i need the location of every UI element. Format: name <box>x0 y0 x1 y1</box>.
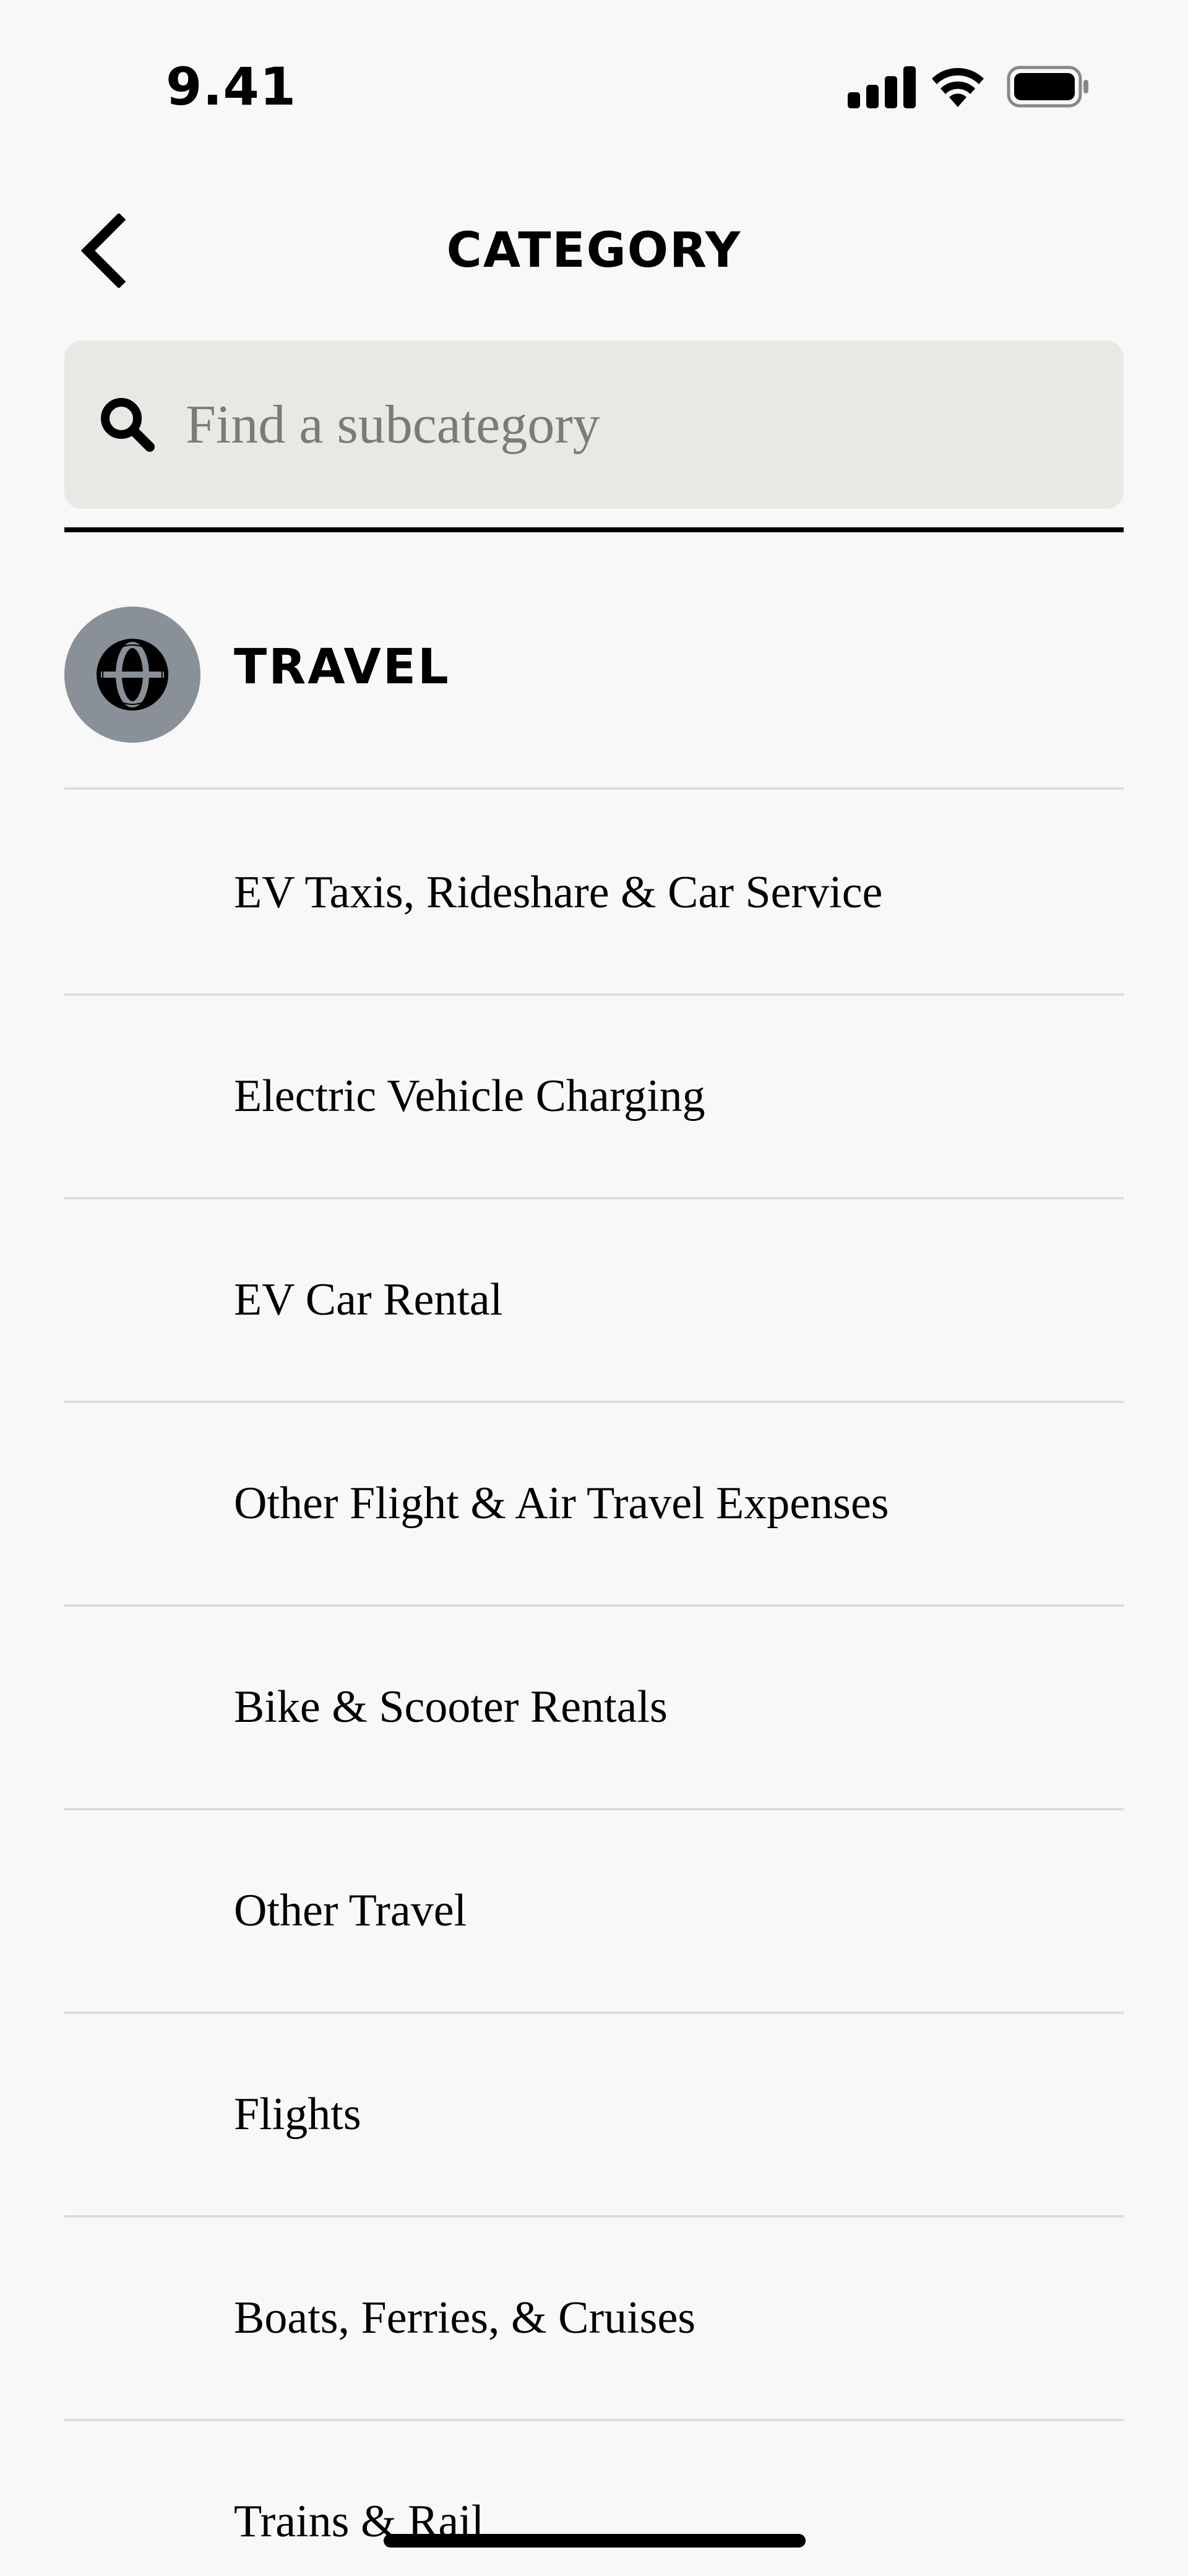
home-indicator[interactable] <box>384 2534 806 2548</box>
list-item[interactable]: Other Flight & Air Travel Expenses <box>64 1403 1124 1607</box>
subcategory-label: EV Taxis, Rideshare & Car Service <box>234 867 883 918</box>
search-underline <box>64 527 1124 532</box>
category-avatar <box>64 607 200 743</box>
category-name: TRAVEL <box>234 639 450 695</box>
list-item[interactable]: Bike & Scooter Rentals <box>64 1607 1124 1810</box>
search-box[interactable] <box>64 340 1124 509</box>
globe-icon <box>97 639 168 711</box>
list-item[interactable]: Boats, Ferries, & Cruises <box>64 2218 1124 2421</box>
list-item[interactable]: EV Car Rental <box>64 1199 1124 1403</box>
search-icon <box>101 398 155 452</box>
subcategory-label: Electric Vehicle Charging <box>234 1071 705 1122</box>
subcategory-label: Bike & Scooter Rentals <box>234 1682 668 1732</box>
signal-icon <box>848 66 916 108</box>
wifi-icon <box>932 67 984 107</box>
list-item[interactable]: Other Travel <box>64 1810 1124 2014</box>
search-input[interactable] <box>186 375 1089 474</box>
battery-icon <box>1007 66 1088 108</box>
list-item[interactable]: EV Taxis, Rideshare & Car Service <box>64 792 1124 996</box>
list-item[interactable]: Electric Vehicle Charging <box>64 996 1124 1199</box>
status-time: 9.41 <box>166 56 297 117</box>
subcategory-label: Boats, Ferries, & Cruises <box>234 2293 696 2343</box>
subcategory-label: Trains & Rail <box>234 2496 484 2547</box>
page-title: CATEGORY <box>446 223 742 279</box>
status-icons <box>848 66 1088 108</box>
subcategory-list: EV Taxis, Rideshare & Car Service Electr… <box>64 792 1124 2576</box>
list-item[interactable]: Trains & Rail <box>64 2421 1124 2576</box>
list-item[interactable]: Flights <box>64 2014 1124 2218</box>
category-header: TRAVEL <box>64 532 1124 790</box>
header: CATEGORY <box>0 198 1188 303</box>
subcategory-label: EV Car Rental <box>234 1274 503 1325</box>
subcategory-label: Flights <box>234 2089 361 2140</box>
subcategory-label: Other Flight & Air Travel Expenses <box>234 1478 889 1529</box>
subcategory-label: Other Travel <box>234 1885 467 1936</box>
status-bar: 9.41 <box>0 0 1188 173</box>
